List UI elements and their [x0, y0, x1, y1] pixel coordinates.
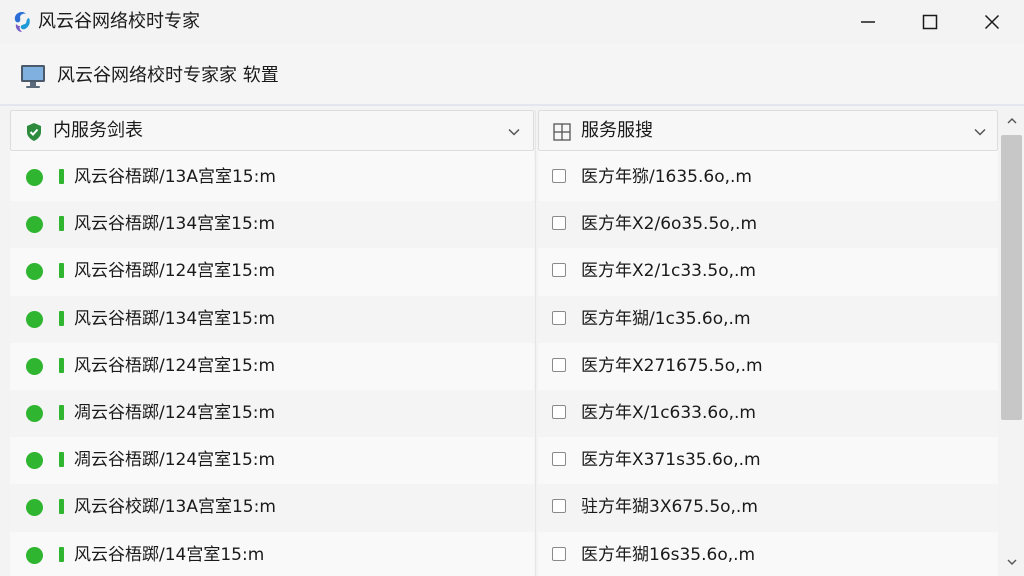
server-address: 驻方年猢3X675.5o,.m	[581, 497, 758, 518]
service-search-title: 服务服搜	[581, 120, 653, 141]
server-address: 医方年X271675.5o,.m	[581, 355, 763, 376]
chevron-down-icon	[508, 128, 520, 136]
status-dot-icon	[26, 263, 43, 281]
status-dot-icon	[26, 499, 43, 517]
status-dot-icon	[26, 452, 43, 470]
shield-check-icon	[27, 123, 41, 141]
row-checkbox[interactable]	[552, 216, 566, 231]
settings-title: 风云谷网络校时专家家 软置	[57, 65, 279, 86]
chevron-down-icon	[974, 128, 986, 136]
service-name: 风云谷梧踯/14宫室15:m	[74, 544, 265, 565]
minimize-button[interactable]	[838, 0, 898, 44]
maximize-button[interactable]	[900, 0, 960, 44]
list-item[interactable]: 凋云谷梧踯/124宫室15:m	[10, 437, 534, 485]
server-address: 医方年X2/1c33.5o,.m	[581, 261, 756, 282]
row-checkbox[interactable]	[552, 499, 566, 514]
service-list-panel: 内服务剑表 风云谷梧踯/13A宫室15:m 风云谷梧踯/134宫室15:m 风云…	[10, 110, 534, 576]
list-item[interactable]: 医方年猢16s35.6o,.m	[538, 531, 998, 576]
service-name: 凋云谷梧踯/124宫室15:m	[74, 402, 276, 423]
server-list: 医方年猕/1635.6o,.m 医方年X2/6o35.5o,.m 医方年X2/1…	[538, 154, 998, 576]
list-item[interactable]: 医方年猕/1635.6o,.m	[538, 154, 998, 202]
row-checkbox[interactable]	[552, 452, 566, 467]
monitor-icon	[21, 65, 45, 88]
column-divider[interactable]	[535, 110, 536, 576]
list-item[interactable]: 风云谷梧踯/124宫室15:m	[10, 342, 534, 390]
signal-bar-icon	[59, 452, 64, 468]
signal-bar-icon	[59, 546, 64, 562]
maximize-icon	[922, 14, 938, 30]
chevron-up-icon	[1007, 118, 1016, 124]
service-list: 风云谷梧踯/13A宫室15:m 风云谷梧踯/134宫室15:m 风云谷梧踯/12…	[10, 154, 534, 576]
server-address: 医方年X371s35.6o,.m	[581, 450, 761, 471]
row-checkbox[interactable]	[552, 263, 566, 278]
service-search-header[interactable]: 服务服搜	[538, 110, 998, 151]
signal-bar-icon	[59, 357, 64, 373]
service-name: 风云谷梧踯/13A宫室15:m	[74, 167, 276, 187]
list-item[interactable]: 凋云谷梧踯/124宫室15:m	[10, 389, 534, 438]
status-dot-icon	[26, 310, 43, 328]
row-checkbox[interactable]	[552, 310, 566, 325]
list-item[interactable]: 驻方年猢3X675.5o,.m	[538, 484, 998, 532]
server-address: 医方年猕/1635.6o,.m	[581, 167, 752, 187]
close-icon	[984, 14, 1000, 30]
server-address: 医方年X/1c633.6o,.m	[581, 402, 756, 423]
list-item[interactable]: 医方年X271675.5o,.m	[538, 342, 998, 390]
settings-header: 风云谷网络校时专家家 软置	[0, 44, 1024, 104]
signal-bar-icon	[59, 404, 64, 420]
chevron-down-icon	[1007, 559, 1016, 565]
minimize-icon	[861, 21, 875, 23]
service-name: 风云谷梧踯/134宫室15:m	[74, 214, 276, 235]
scroll-down-button[interactable]	[999, 552, 1024, 572]
signal-bar-icon	[59, 499, 64, 515]
app-window: 风云谷网络校时专家 风云谷网络校时专家家 软置 内服务剑表 风云谷梧踯/13A宫…	[0, 0, 1024, 576]
status-dot-icon	[26, 546, 43, 564]
list-item[interactable]: 风云谷梧踯/134宫室15:m	[10, 295, 534, 343]
service-list-title: 内服务剑表	[53, 120, 143, 141]
server-address: 医方年猢/1c35.6o,.m	[581, 308, 751, 329]
list-item[interactable]: 医方年猢/1c35.6o,.m	[538, 295, 998, 343]
service-list-header[interactable]: 内服务剑表	[10, 110, 534, 151]
status-dot-icon	[26, 216, 43, 234]
scroll-up-button[interactable]	[999, 110, 1024, 132]
vertical-scrollbar[interactable]	[999, 110, 1024, 576]
server-address: 医方年X2/6o35.5o,.m	[581, 214, 758, 235]
list-item[interactable]: 风云谷梧踯/14宫室15:m	[10, 531, 534, 576]
status-dot-icon	[26, 169, 43, 186]
list-item[interactable]: 医方年X2/6o35.5o,.m	[538, 201, 998, 249]
row-checkbox[interactable]	[552, 357, 566, 372]
grid-icon	[553, 123, 571, 141]
list-item[interactable]: 医方年X2/1c33.5o,.m	[538, 248, 998, 296]
signal-bar-icon	[59, 169, 64, 184]
list-item[interactable]: 风云谷梧踯/124宫室15:m	[10, 248, 534, 296]
row-checkbox[interactable]	[552, 404, 566, 419]
service-name: 风云谷校踯/13A宫室15:m	[74, 497, 276, 518]
close-button[interactable]	[962, 0, 1022, 44]
server-address: 医方年猢16s35.6o,.m	[581, 544, 756, 565]
app-logo-icon	[14, 12, 30, 32]
row-checkbox[interactable]	[552, 546, 566, 561]
window-title: 风云谷网络校时专家	[38, 11, 200, 32]
status-dot-icon	[26, 404, 43, 422]
signal-bar-icon	[59, 263, 64, 279]
title-bar: 风云谷网络校时专家	[0, 0, 1024, 44]
service-name: 风云谷梧踯/124宫室15:m	[74, 355, 276, 376]
service-name: 风云谷梧踯/134宫室15:m	[74, 308, 276, 329]
header-divider	[0, 104, 1024, 106]
signal-bar-icon	[59, 310, 64, 326]
list-item[interactable]: 医方年X/1c633.6o,.m	[538, 389, 998, 438]
list-item[interactable]: 医方年X371s35.6o,.m	[538, 437, 998, 485]
row-checkbox[interactable]	[552, 169, 566, 183]
service-name: 凋云谷梧踯/124宫室15:m	[74, 450, 276, 471]
list-item[interactable]: 风云谷校踯/13A宫室15:m	[10, 484, 534, 532]
list-item[interactable]: 风云谷梧踯/13A宫室15:m	[10, 154, 534, 202]
service-search-panel: 服务服搜 医方年猕/1635.6o,.m 医方年X2/6o35.5o,.m 医方…	[538, 110, 998, 576]
scroll-thumb[interactable]	[1001, 135, 1022, 420]
list-item[interactable]: 风云谷梧踯/134宫室15:m	[10, 201, 534, 249]
status-dot-icon	[26, 357, 43, 375]
signal-bar-icon	[59, 216, 64, 232]
service-name: 风云谷梧踯/124宫室15:m	[74, 261, 276, 282]
